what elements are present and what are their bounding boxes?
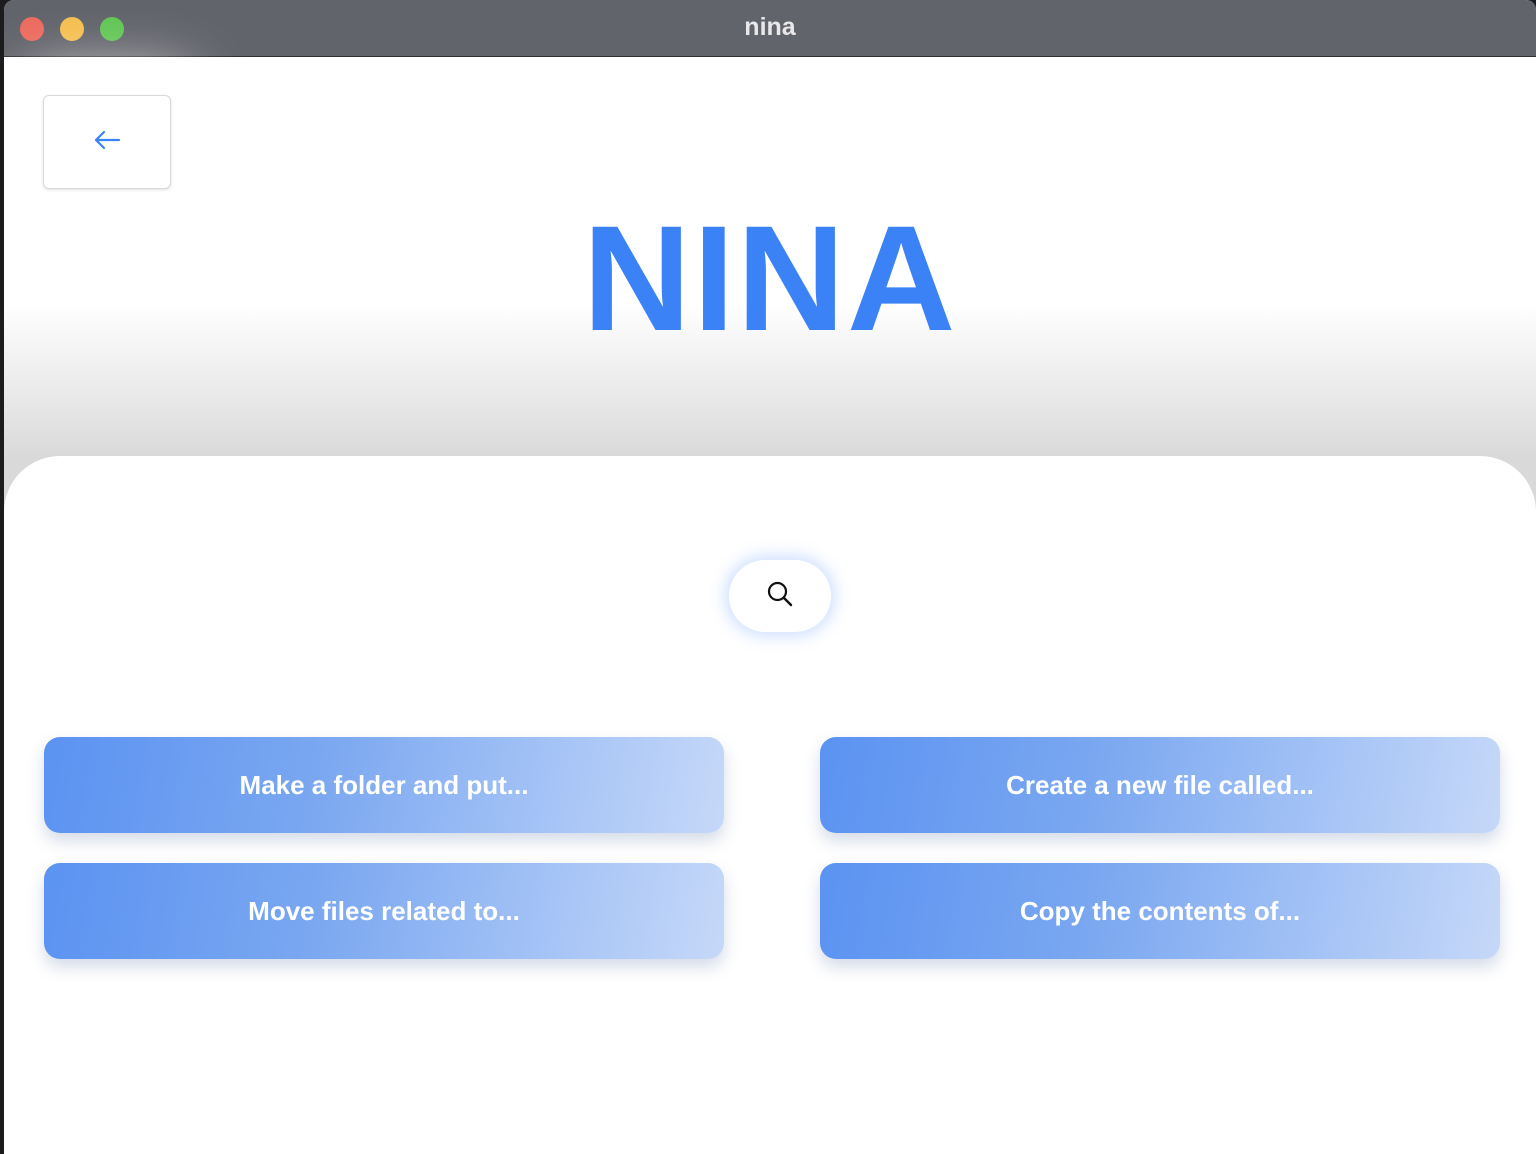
- suggestion-button-move-files[interactable]: Move files related to...: [44, 863, 724, 959]
- app-window: nina NINA Make a folder and put... Creat…: [4, 0, 1536, 1154]
- search-icon: [766, 580, 794, 613]
- back-button[interactable]: [43, 95, 171, 189]
- search-button[interactable]: [729, 560, 831, 632]
- suggestion-button-copy-contents[interactable]: Copy the contents of...: [820, 863, 1500, 959]
- window-title: nina: [744, 13, 796, 41]
- actions-panel: Make a folder and put... Create a new fi…: [4, 456, 1536, 1154]
- app-logo-title: NINA: [582, 194, 958, 362]
- suggestion-button-create-file[interactable]: Create a new file called...: [820, 737, 1500, 833]
- arrow-left-icon: [93, 129, 121, 156]
- main-content: NINA Make a folder and put... Create a n…: [4, 58, 1536, 1154]
- suggestion-button-make-folder[interactable]: Make a folder and put...: [44, 737, 724, 833]
- title-bar: nina: [4, 0, 1536, 57]
